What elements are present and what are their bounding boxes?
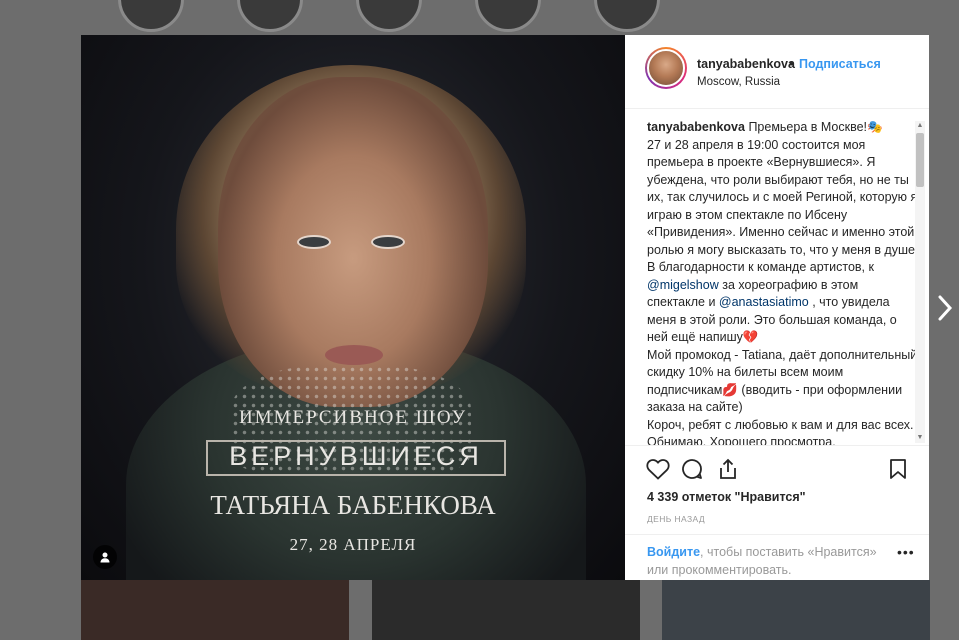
post-actions: 4 339 отметок "Нравится" ДЕНЬ НАЗАД Войд… [625,445,929,577]
story-circle[interactable] [475,0,541,32]
separator-dot: • [789,57,794,71]
photo-eye [371,235,405,249]
scroll-thumb[interactable] [916,133,924,187]
post-caption: tanyababenkova Премьера в Москве!🎭 27 и … [647,119,919,445]
story-circle[interactable] [237,0,303,32]
comment-icon[interactable] [679,456,705,482]
mention-link[interactable]: @anastasiatimo [719,295,809,309]
post-header: tanyababenkova • Подписаться Moscow, Rus… [625,35,929,109]
post-photo: ИММЕРСИВНОЕ ШОУ ВЕРНУВШИЕСЯ ТАТЬЯНА БАБЕ… [81,35,625,580]
poster-dates: 27, 28 АПРЕЛЯ [289,535,417,554]
share-icon[interactable] [715,456,741,482]
feed-tile[interactable] [662,580,930,640]
bookmark-icon[interactable] [885,456,911,482]
poster-actress: ТАТЬЯНА БАБЕНКОВА [210,490,496,520]
follow-button[interactable]: Подписаться [799,57,881,71]
caption-text: Премьера в Москве!🎭 [744,120,883,134]
feed-tile[interactable] [81,580,349,640]
post-side-panel: tanyababenkova • Подписаться Moscow, Rus… [625,35,929,580]
username-link[interactable]: tanyababenkova [697,57,795,71]
story-circle[interactable] [356,0,422,32]
photo-lips [325,345,383,365]
mention-link[interactable]: @migelshow [647,278,719,292]
poster-title-frame: ВЕРНУВШИЕСЯ [206,440,506,476]
login-link[interactable]: Войдите [647,545,700,559]
poster-show-title: ВЕРНУВШИЕСЯ [229,441,483,471]
feed-tile[interactable] [372,580,640,640]
caption-text: Короч, ребят с любовью к вам и для вас в… [647,417,914,446]
login-prompt: Войдите, чтобы поставить «Нравится» или … [625,534,929,582]
post-time[interactable]: ДЕНЬ НАЗАД [647,514,705,524]
chevron-right-icon[interactable] [937,294,957,324]
likes-count[interactable]: 4 339 отметок "Нравится" [647,490,806,504]
caption-author[interactable]: tanyababenkova [647,120,745,134]
story-circle[interactable] [118,0,184,32]
location-link[interactable]: Moscow, Russia [697,76,780,88]
heart-icon[interactable] [645,456,671,482]
photo-eye [297,235,331,249]
poster-subtitle: ИММЕРСИВНОЕ ШОУ [238,407,468,428]
caption-text: Мой промокод - Tatiana, даёт дополнитель… [647,347,918,415]
caption-text: 27 и 28 апреля в 19:00 состоится моя пре… [647,137,919,257]
login-text: Войдите, чтобы поставить «Нравится» или … [647,543,887,579]
caption-scrollbar[interactable]: ▲ ▼ [915,121,925,443]
story-circle[interactable] [594,0,660,32]
more-options-icon[interactable]: ••• [897,544,915,560]
scroll-down-arrow-icon[interactable]: ▼ [915,433,925,443]
caption-text: В благодарности к команде артистов, к [647,260,874,274]
avatar[interactable] [645,47,687,89]
scroll-up-arrow-icon[interactable]: ▲ [915,121,925,131]
user-tag-icon[interactable] [93,545,117,569]
post-modal: ИММЕРСИВНОЕ ШОУ ВЕРНУВШИЕСЯ ТАТЬЯНА БАБЕ… [81,35,929,580]
